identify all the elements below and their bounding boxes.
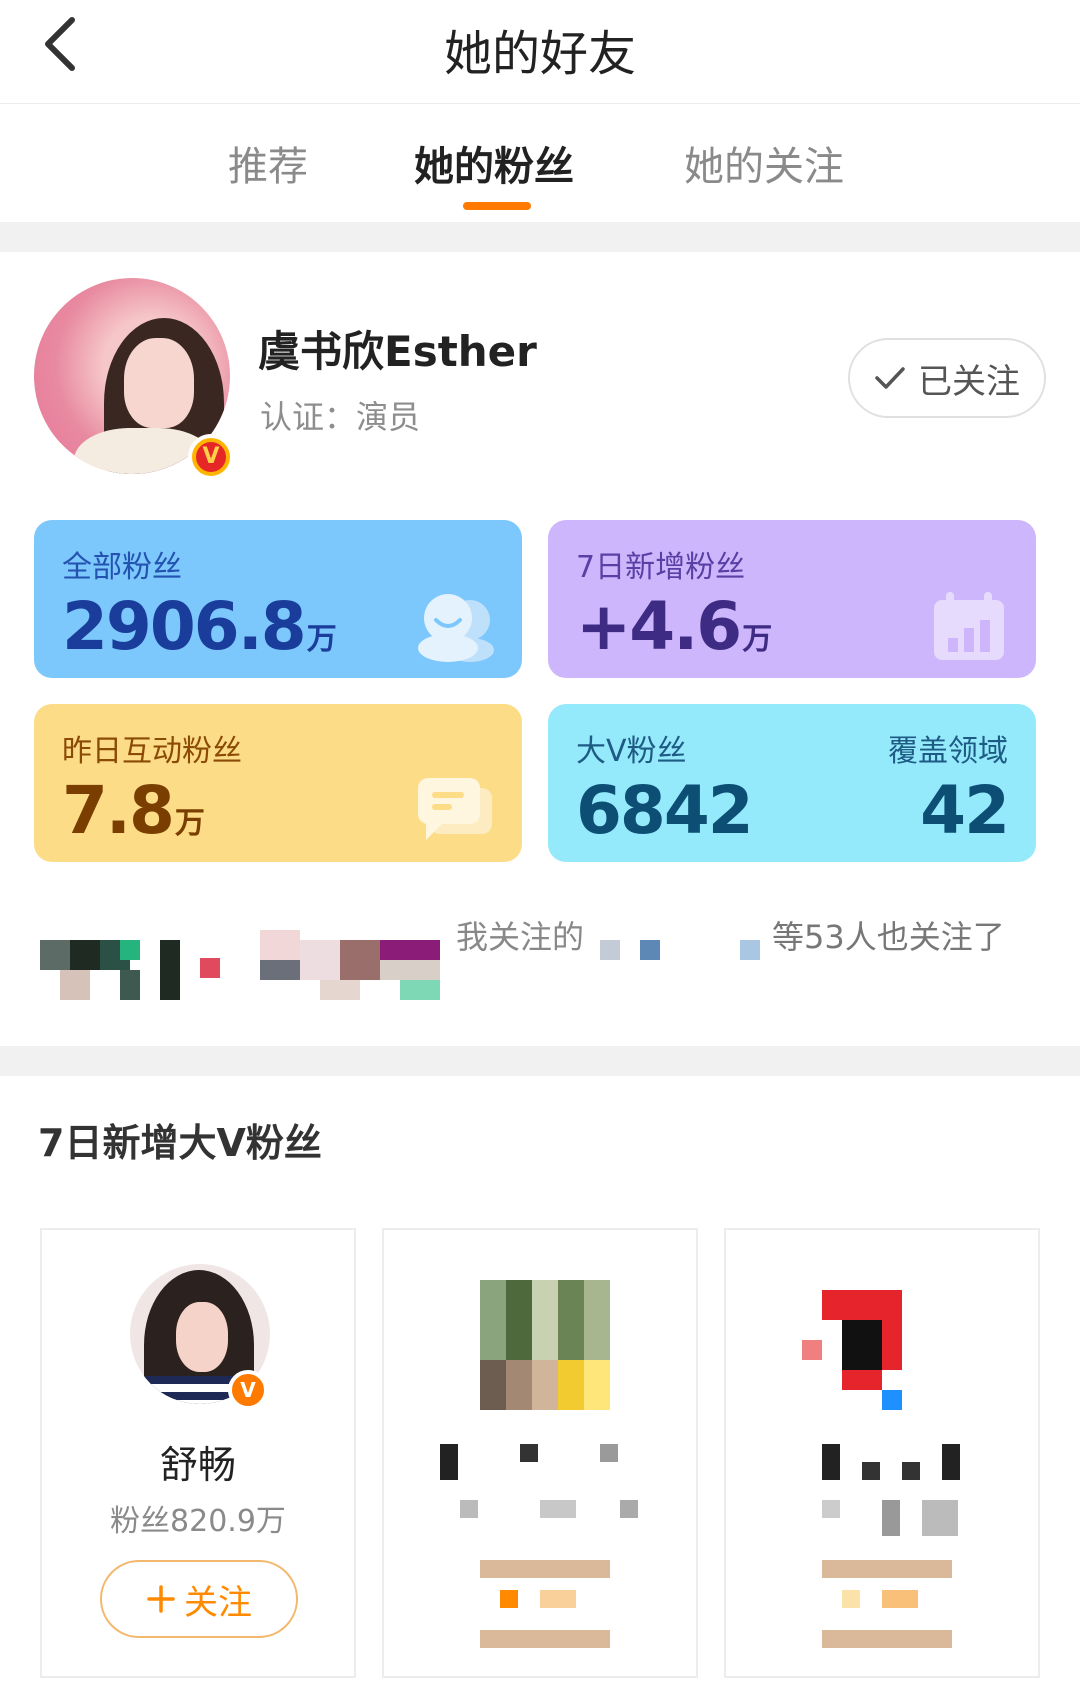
blurred-avatar [380,960,440,980]
blurred-name [942,1444,960,1480]
blurred-button [882,1590,918,1608]
fan-name: 舒畅 [159,1443,236,1487]
blurred-avatar [120,940,140,960]
blurred-name [902,1462,920,1480]
blurred-avatar [842,1320,882,1370]
smile-people-icon [418,594,494,662]
follow-label: 关注 [184,1582,252,1623]
header-bar: 她的好友 [0,0,1080,104]
big-v-fans-label: 大V粉丝 [576,734,687,769]
new-fans-7d-card[interactable]: 7日新增粉丝 +4.6万 [548,520,1036,678]
blurred-name [440,1444,458,1480]
fan-follower-count: 粉丝820.9万 [110,1504,286,1539]
blurred-avatar [300,940,340,980]
verified-badge-icon: V [188,434,234,480]
new-fans-7d-value: +4.6万 [576,588,773,665]
follow-button[interactable]: 关注 [100,1560,298,1638]
blurred-avatar [160,940,180,1000]
blurred-avatar [400,980,440,1000]
blurred-avatar [822,1290,862,1320]
blurred-avatar [40,940,70,970]
chat-bubble-icon [418,778,492,840]
blurred-button [822,1560,952,1578]
tab-her-following[interactable]: 她的关注 [684,134,844,192]
blurred-button [500,1590,518,1608]
blurred-count [822,1500,840,1518]
blurred-avatar [600,940,620,960]
verified-badge-icon: V [228,1370,268,1410]
tab-bar: 推荐 她的粉丝 她的关注 [0,104,1080,220]
big-v-fan-card[interactable] [382,1228,698,1678]
blurred-count [620,1500,638,1518]
blurred-name [600,1444,618,1462]
followed-button[interactable]: 已关注 [848,338,1046,418]
blurred-avatar [320,980,360,1000]
blurred-avatar [260,960,300,980]
followed-label: 已关注 [918,361,1020,402]
page-title: 她的好友 [443,26,636,82]
blurred-avatar [120,970,140,1000]
blurred-button [480,1560,610,1578]
interactive-fans-card[interactable]: 昨日互动粉丝 7.8万 [34,704,522,862]
plus-icon [147,1585,175,1613]
big-v-fans-value: 6842 [576,772,754,849]
big-v-fans-card[interactable]: 大V粉丝 6842 覆盖领域 42 [548,704,1036,862]
mutual-followers-text: 等53人也关注了 [772,918,1005,956]
new-fans-7d-label: 7日新增粉丝 [576,550,746,585]
coverage-domain-label: 覆盖领域 [888,734,1008,769]
mutual-followers-prefix: 我关注的 [456,918,585,956]
blurred-avatar [340,940,380,980]
blurred-button [822,1630,952,1648]
calendar-chart-icon [934,592,1004,660]
blurred-avatar [862,1290,902,1320]
blurred-avatar [60,970,90,1000]
check-icon [875,367,905,389]
total-fans-card[interactable]: 全部粉丝 2906.8万 [34,520,522,678]
blurred-count [540,1500,576,1518]
divider [0,222,1080,252]
profile-name: 虞书欣Esther [258,327,537,376]
blurred-avatar [882,1390,902,1410]
blurred-avatar [802,1340,822,1360]
blurred-count [460,1500,478,1518]
blurred-avatar [70,940,100,970]
blurred-avatar [882,1320,902,1370]
divider [0,1046,1080,1076]
profile-verification: 认证：演员 [260,398,421,436]
blurred-button [540,1590,576,1608]
blurred-avatar [200,958,220,978]
coverage-domain-value: 42 [920,772,1010,849]
big-v-fan-card[interactable]: V 舒畅 粉丝820.9万 关注 [40,1228,356,1678]
total-fans-value: 2906.8万 [62,588,337,665]
tab-her-fans[interactable]: 她的粉丝 [414,134,574,192]
tab-recommend[interactable]: 推荐 [228,134,308,192]
big-v-fan-card[interactable] [724,1228,1040,1678]
blurred-avatar [480,1360,610,1410]
blurred-avatar [740,940,760,960]
blurred-name [822,1444,840,1480]
interactive-fans-value: 7.8万 [62,772,205,849]
blurred-button [842,1590,860,1608]
blurred-name [862,1462,880,1480]
blurred-avatar [260,930,300,960]
blurred-button [480,1630,610,1648]
interactive-fans-label: 昨日互动粉丝 [62,734,242,769]
blurred-avatar [380,940,440,960]
total-fans-label: 全部粉丝 [62,550,182,585]
blurred-count [882,1500,900,1536]
blurred-avatar [842,1370,882,1390]
blurred-name [520,1444,538,1462]
blurred-count [922,1500,958,1536]
blurred-avatar [640,940,660,960]
active-tab-indicator [463,202,531,210]
section-title: 7日新增大V粉丝 [38,1121,322,1165]
